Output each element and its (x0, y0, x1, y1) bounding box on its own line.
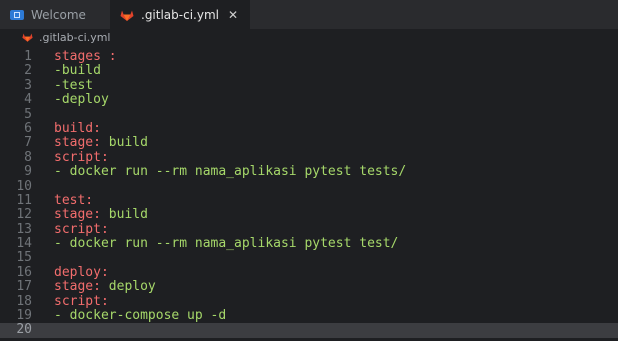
code-text: test: (54, 192, 618, 208)
line-number: 14 (16, 236, 32, 252)
yaml-key: script: (54, 149, 109, 165)
code-line[interactable]: 4 -deploy (0, 92, 618, 108)
code-text: - docker-compose up -d (54, 308, 618, 324)
code-text: stage: deploy (54, 280, 618, 294)
yaml-value: -deploy (54, 92, 109, 108)
code-line[interactable]: 3 -test (0, 77, 618, 93)
code-text: script: (54, 293, 618, 309)
code-line[interactable]: 12 stage: build (0, 207, 618, 223)
code-text: -deploy (54, 92, 618, 108)
code-line[interactable]: 13 script: (0, 221, 618, 237)
line-number: 1 (24, 49, 32, 64)
yaml-value: -build (54, 63, 101, 79)
code-line[interactable]: 6 build: (0, 120, 618, 136)
code-line[interactable]: 14 - docker run --rm nama_aplikasi pytest… (0, 236, 618, 252)
yaml-value: - docker run --rm nama_aplikasi pytest t… (54, 164, 407, 180)
code-text: -test (54, 77, 618, 93)
close-icon[interactable]: ✕ (228, 8, 238, 22)
line-number: 7 (24, 135, 32, 151)
line-number: 13 (16, 221, 32, 237)
code-text: stage: build (54, 208, 618, 222)
code-line[interactable]: 16 deploy: (0, 264, 618, 280)
code-line[interactable]: 10 (0, 178, 618, 194)
code-text: build: (54, 120, 618, 136)
yaml-key: stage: (54, 207, 101, 223)
breadcrumb-file[interactable]: .gitlab-ci.yml (39, 31, 110, 44)
yaml-key: stages : (54, 49, 117, 64)
yaml-value: deploy (100, 279, 156, 295)
yaml-value: build (100, 207, 148, 223)
line-number: 4 (24, 92, 32, 108)
line-number: 9 (24, 164, 32, 180)
code-line[interactable]: 19 - docker-compose up -d (0, 308, 618, 324)
code-editor[interactable]: 1 stages : 2 -build 3 -test 4 -deploy 5 6 build: 7 s… (0, 46, 618, 341)
yaml-key: test: (54, 192, 94, 208)
tab-label: Welcome (31, 7, 86, 22)
code-line[interactable]: 7 stage: build (0, 135, 618, 151)
code-text: -build (54, 64, 618, 78)
tab-welcome[interactable]: Welcome (0, 0, 110, 29)
line-number: 5 (24, 106, 32, 122)
yaml-value: - docker run --rm nama_aplikasi pytest t… (54, 236, 399, 252)
code-text: script: (54, 221, 618, 237)
code-text: stage: build (54, 136, 618, 150)
code-text: deploy: (54, 264, 618, 280)
code-line[interactable]: 5 (0, 106, 618, 122)
code-line[interactable]: 17 stage: deploy (0, 279, 618, 295)
code-line[interactable]: 1 stages : (0, 49, 618, 64)
tab-label: .gitlab-ci.yml (141, 7, 219, 22)
code-text: - docker run --rm nama_aplikasi pytest t… (54, 236, 618, 252)
line-number: 19 (16, 308, 32, 324)
line-number: 6 (24, 120, 32, 136)
yaml-value: - docker-compose up -d (54, 308, 227, 324)
yaml-key: deploy: (54, 264, 109, 280)
code-line[interactable]: 9 - docker run --rm nama_aplikasi pytest … (0, 164, 618, 180)
code-line[interactable]: 11 test: (0, 192, 618, 208)
gitlab-icon (22, 33, 33, 42)
yaml-key: build: (54, 120, 101, 136)
yaml-value: build (100, 135, 148, 151)
code-line[interactable]: 8 script: (0, 149, 618, 165)
code-text: stages : (54, 49, 618, 64)
line-number: 12 (16, 207, 32, 223)
code-line[interactable]: 15 (0, 250, 618, 266)
line-number: 11 (16, 192, 32, 208)
code-line[interactable]: 18 script: (0, 293, 618, 309)
yaml-key: stage: (54, 135, 101, 151)
code-text: script: (54, 149, 618, 165)
yaml-key: stage: (54, 279, 101, 295)
line-number: 3 (24, 77, 32, 93)
vscode-icon (10, 9, 24, 20)
yaml-key: script: (54, 293, 109, 309)
breadcrumb: .gitlab-ci.yml (0, 29, 618, 45)
line-number: 2 (24, 63, 32, 79)
yaml-key: script: (54, 221, 109, 237)
code-line[interactable]: 2 -build (0, 63, 618, 79)
line-number: 16 (16, 264, 32, 280)
code-text: - docker run --rm nama_aplikasi pytest t… (54, 164, 618, 180)
code-line[interactable]: 20 (0, 322, 618, 338)
line-number: 8 (24, 149, 32, 165)
line-number: 10 (16, 178, 32, 194)
tab-gitlab-ci[interactable]: .gitlab-ci.yml ✕ (110, 0, 251, 29)
gitlab-icon (120, 10, 134, 21)
line-number: 15 (16, 250, 32, 266)
yaml-value: -test (54, 77, 94, 93)
line-number: 18 (16, 293, 32, 309)
tab-bar: Welcome .gitlab-ci.yml ✕ (0, 0, 618, 29)
line-number: 20 (16, 322, 32, 338)
line-number: 17 (16, 279, 32, 295)
